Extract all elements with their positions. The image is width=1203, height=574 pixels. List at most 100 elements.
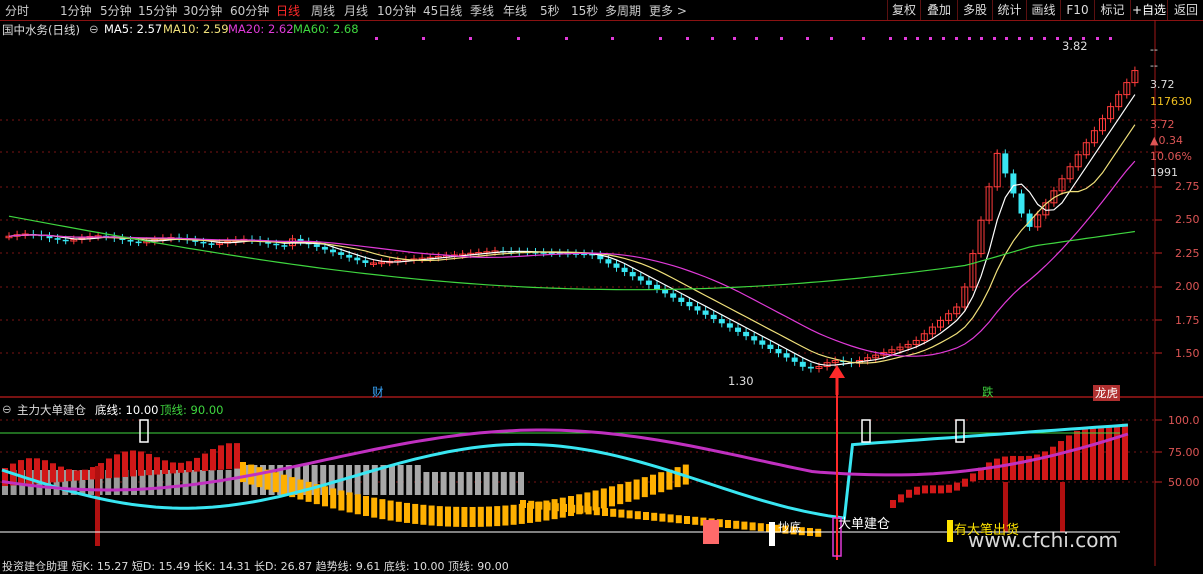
sub-orange-bar	[494, 506, 501, 527]
marker-dot	[611, 37, 614, 40]
candle-body	[1002, 153, 1009, 174]
sub-red-bar	[186, 461, 192, 473]
sub-gray-bar	[500, 472, 507, 495]
signal-dadan-jiancang: 大单建仓	[838, 517, 891, 532]
sub-orange-bar	[528, 500, 535, 509]
sub-orange-bar	[625, 481, 632, 502]
sub-orange-bar	[741, 521, 748, 530]
sub-orange-bar	[658, 472, 665, 493]
sub-red-bar	[986, 462, 992, 480]
sub-orange-bar	[609, 486, 615, 507]
sub-orange-bar	[379, 499, 386, 520]
sub-red-bar	[922, 485, 928, 494]
marker-dot	[916, 37, 919, 40]
info-volume: 117630	[1150, 95, 1192, 108]
sub-orange-bar	[469, 506, 476, 527]
candle-body	[629, 272, 636, 277]
sub-dingxian-label: 顶线: 90.00	[160, 403, 224, 417]
sub-collapse-icon[interactable]: ⊖	[2, 402, 12, 416]
candle-body	[1018, 193, 1025, 214]
sub-red-bar	[170, 462, 176, 474]
sub-red-bar	[210, 449, 216, 471]
sub-red-bar	[130, 450, 136, 477]
candle-body	[613, 263, 620, 268]
sub-red-bar	[1098, 426, 1104, 480]
sub-gray-bar	[475, 472, 481, 495]
event-cai-marker[interactable]: 财	[372, 384, 384, 400]
sub-gray-bar	[449, 472, 456, 495]
sub-orange-bar	[633, 479, 640, 500]
sub-orange-bar	[602, 508, 608, 516]
collapse-icon[interactable]: ⊖	[89, 22, 99, 36]
sub-orange-bar	[641, 477, 648, 498]
sub-red-bar	[938, 485, 944, 494]
sub-gray-bar	[182, 470, 189, 495]
sub-orange-bar	[387, 500, 394, 521]
marker-dot	[968, 37, 971, 40]
marker-dot	[955, 37, 958, 40]
candle-body	[807, 366, 814, 369]
sub-red-bar	[890, 500, 896, 508]
signal-yellow-block	[947, 520, 953, 542]
event-longhu-marker[interactable]: 龙虎	[1093, 385, 1120, 401]
candle-body	[346, 254, 353, 258]
sub-red-bar	[178, 462, 184, 473]
sub-red-bar	[1010, 455, 1016, 480]
sub-red-bar	[42, 460, 48, 483]
sub-red-bar	[154, 457, 160, 475]
marker-dot	[659, 37, 662, 40]
marker-dot	[1005, 37, 1008, 40]
marker-dot	[1056, 37, 1059, 40]
signal-pink-block	[703, 520, 719, 544]
sub-orange-bar	[552, 503, 559, 512]
candle-body	[767, 344, 774, 349]
sub-gray-bar	[354, 465, 361, 495]
sub-dixian-label: 底线: 10.00	[95, 403, 159, 417]
marker-dot	[780, 37, 783, 40]
sub-orange-bar	[749, 522, 756, 531]
sub-orange-bar	[346, 492, 353, 513]
candle-body	[718, 319, 725, 324]
candle-body	[605, 259, 612, 264]
candle-body	[127, 240, 134, 242]
high-price-label: 3.82	[1062, 39, 1088, 53]
sub-orange-bar	[371, 497, 378, 518]
sub-red-bar	[50, 463, 56, 483]
sub-orange-bar	[626, 510, 633, 519]
marker-dot	[1018, 37, 1021, 40]
event-die-marker[interactable]: 跌	[982, 384, 994, 400]
sub-orange-bar	[651, 512, 658, 521]
sub-orange-bar	[453, 506, 460, 527]
info-num: 1991	[1150, 166, 1178, 179]
kline-chart[interactable]	[0, 0, 1203, 566]
sub-red-bar	[906, 489, 912, 498]
marker-dot	[686, 37, 689, 40]
sub-orange-bar	[675, 515, 682, 524]
sub-red-bar	[74, 470, 80, 481]
candle-body	[200, 241, 207, 244]
low-price-label: 1.30	[728, 374, 754, 388]
sub-orange-bar	[650, 474, 656, 495]
marker-dot	[942, 37, 945, 40]
marker-dot	[422, 37, 425, 40]
sub-orange-bar	[305, 481, 312, 502]
candle-body	[281, 245, 288, 247]
sub-orange-bar	[256, 467, 263, 488]
watermark: www.cfchi.com	[968, 528, 1118, 552]
signal-box	[139, 419, 149, 443]
sub-red-bar	[202, 453, 208, 471]
ma60-label: MA60: 2.68	[293, 22, 359, 36]
sub-orange-bar	[544, 502, 551, 511]
sub-orange-bar	[445, 506, 451, 527]
sub-red-bar	[962, 478, 968, 487]
marker-dot	[929, 37, 932, 40]
sub-red-bar	[138, 451, 144, 476]
sub-orange-bar	[428, 505, 435, 526]
candle-body	[726, 323, 733, 328]
sub-orange-bar	[585, 506, 592, 515]
sub-orange-bar	[338, 490, 345, 511]
marker-dot	[806, 37, 809, 40]
sub-orange-bar	[354, 494, 361, 515]
candle-body	[621, 267, 628, 273]
sub-red-bar	[1090, 426, 1096, 480]
